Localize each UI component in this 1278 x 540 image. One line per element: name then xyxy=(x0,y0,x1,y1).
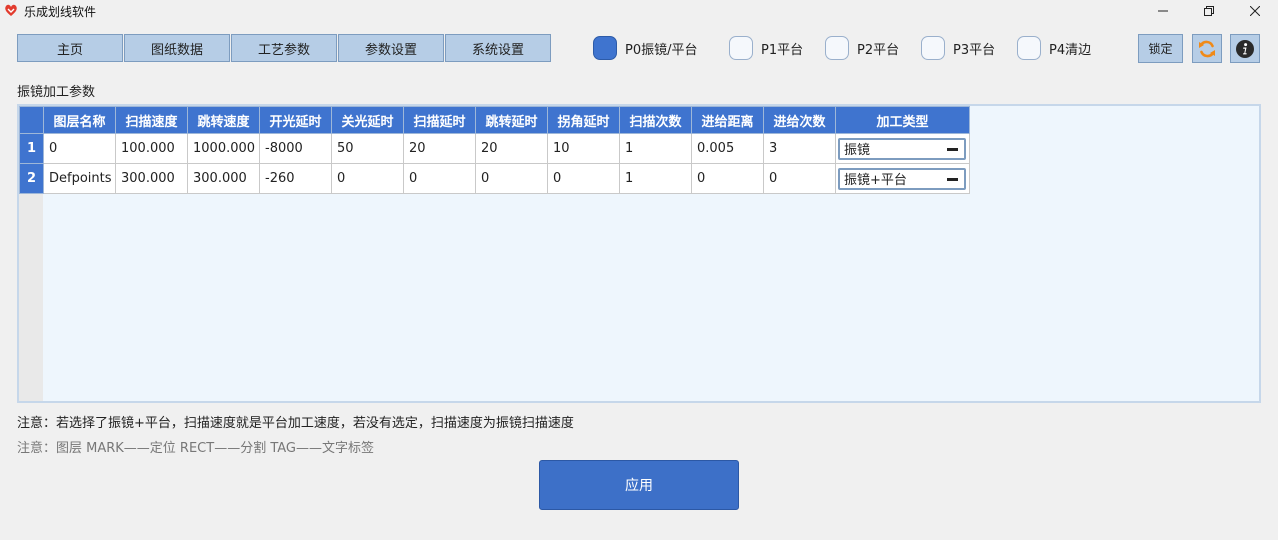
platform-label: P0振镜/平台 xyxy=(625,42,698,58)
row-number[interactable]: 1 xyxy=(19,133,44,164)
table-cell[interactable]: Defpoints xyxy=(43,163,116,194)
params-table-panel: 图层名称 扫描速度 跳转速度 开光延时 关光延时 扫描延时 跳转延时 拐角延时 … xyxy=(17,104,1261,403)
platform-option-p3[interactable]: P3平台 xyxy=(921,36,995,60)
info-button[interactable] xyxy=(1230,34,1260,63)
app-logo-icon xyxy=(5,4,17,16)
minimize-icon xyxy=(1158,10,1168,12)
platform-option-p4[interactable]: P4清边 xyxy=(1017,36,1091,60)
column-header[interactable]: 跳转速度 xyxy=(187,106,260,134)
table-cell[interactable]: -8000 xyxy=(259,133,332,164)
radio-checkbox[interactable] xyxy=(1017,36,1041,60)
platform-option-p1[interactable]: P1平台 xyxy=(729,36,803,60)
table-cell[interactable]: 100.000 xyxy=(115,133,188,164)
title-bar: 乐成划线软件 xyxy=(0,0,1278,22)
process-type-select[interactable]: 振镜 xyxy=(838,137,966,160)
table-cell[interactable]: 300.000 xyxy=(115,163,188,194)
column-header[interactable]: 扫描速度 xyxy=(115,106,188,134)
column-header[interactable]: 进给距离 xyxy=(691,106,764,134)
lock-button[interactable]: 锁定 xyxy=(1138,34,1183,63)
table-cell[interactable]: -260 xyxy=(259,163,332,194)
radio-checkbox[interactable] xyxy=(825,36,849,60)
column-header[interactable]: 扫描次数 xyxy=(619,106,692,134)
table-row: 1 0 100.000 1000.000 -8000 50 20 20 10 1… xyxy=(19,133,970,164)
minimize-button[interactable] xyxy=(1140,0,1186,22)
tab-system-settings[interactable]: 系统设置 xyxy=(445,34,551,62)
table-cell[interactable]: 0 xyxy=(547,163,620,194)
table-cell[interactable]: 300.000 xyxy=(187,163,260,194)
table-cell[interactable]: 20 xyxy=(475,133,548,164)
process-type-cell: 振镜 xyxy=(835,133,970,164)
process-type-cell: 振镜+平台 xyxy=(835,163,970,194)
radio-checkbox[interactable] xyxy=(729,36,753,60)
table-cell[interactable]: 1000.000 xyxy=(187,133,260,164)
dropdown-icon xyxy=(947,147,958,151)
radio-checkbox[interactable] xyxy=(593,36,617,60)
close-button[interactable] xyxy=(1232,0,1278,22)
table-cell[interactable]: 0 xyxy=(763,163,836,194)
section-title: 振镜加工参数 xyxy=(17,85,96,100)
table-row: 2 Defpoints 300.000 300.000 -260 0 0 0 0… xyxy=(19,163,970,194)
column-header[interactable]: 图层名称 xyxy=(43,106,116,134)
table-cell[interactable]: 0 xyxy=(331,163,404,194)
table-cell[interactable]: 0 xyxy=(43,133,116,164)
dropdown-icon xyxy=(947,177,958,181)
refresh-button[interactable] xyxy=(1192,34,1222,63)
corner-cell xyxy=(19,106,44,134)
process-type-value: 振镜+平台 xyxy=(844,173,907,188)
platform-option-p0[interactable]: P0振镜/平台 xyxy=(593,36,698,60)
platform-label: P2平台 xyxy=(857,42,900,58)
table-header-row: 图层名称 扫描速度 跳转速度 开光延时 关光延时 扫描延时 跳转延时 拐角延时 … xyxy=(19,106,970,134)
tab-param-settings[interactable]: 参数设置 xyxy=(338,34,444,62)
table-cell[interactable]: 20 xyxy=(403,133,476,164)
window-title: 乐成划线软件 xyxy=(24,5,97,19)
row-number[interactable]: 2 xyxy=(19,163,44,194)
platform-option-p2[interactable]: P2平台 xyxy=(825,36,899,60)
table-cell[interactable]: 0 xyxy=(691,163,764,194)
table-cell[interactable]: 1 xyxy=(619,133,692,164)
radio-checkbox[interactable] xyxy=(921,36,945,60)
restore-icon xyxy=(1204,6,1214,16)
column-header[interactable]: 跳转延时 xyxy=(475,106,548,134)
column-header[interactable]: 扫描延时 xyxy=(403,106,476,134)
table-cell[interactable]: 3 xyxy=(763,133,836,164)
platform-label: P1平台 xyxy=(761,42,804,58)
tab-home[interactable]: 主页 xyxy=(17,34,123,62)
column-header[interactable]: 进给次数 xyxy=(763,106,836,134)
process-type-select[interactable]: 振镜+平台 xyxy=(838,167,966,190)
tab-process-params[interactable]: 工艺参数 xyxy=(231,34,337,62)
table-cell[interactable]: 0 xyxy=(403,163,476,194)
table-cell[interactable]: 0.005 xyxy=(691,133,764,164)
restore-button[interactable] xyxy=(1186,0,1232,22)
column-header[interactable]: 开光延时 xyxy=(259,106,332,134)
close-icon xyxy=(1250,6,1260,16)
column-header[interactable]: 加工类型 xyxy=(835,106,970,134)
apply-button[interactable]: 应用 xyxy=(539,460,739,510)
info-icon xyxy=(1236,39,1254,58)
tab-drawing-data[interactable]: 图纸数据 xyxy=(124,34,230,62)
note-layers: 注意：图层 MARK——定位 RECT——分割 TAG——文字标签 xyxy=(17,441,374,456)
refresh-icon xyxy=(1199,40,1215,57)
table-cell[interactable]: 10 xyxy=(547,133,620,164)
column-header[interactable]: 拐角延时 xyxy=(547,106,620,134)
note-scan-speed: 注意：若选择了振镜+平台，扫描速度就是平台加工速度，若没有选定，扫描速度为振镜扫… xyxy=(17,416,574,431)
platform-label: P3平台 xyxy=(953,42,996,58)
params-table: 图层名称 扫描速度 跳转速度 开光延时 关光延时 扫描延时 跳转延时 拐角延时 … xyxy=(19,106,970,194)
table-cell[interactable]: 0 xyxy=(475,163,548,194)
process-type-value: 振镜 xyxy=(844,143,871,158)
platform-label: P4清边 xyxy=(1049,42,1092,58)
column-header[interactable]: 关光延时 xyxy=(331,106,404,134)
table-cell[interactable]: 1 xyxy=(619,163,692,194)
table-cell[interactable]: 50 xyxy=(331,133,404,164)
